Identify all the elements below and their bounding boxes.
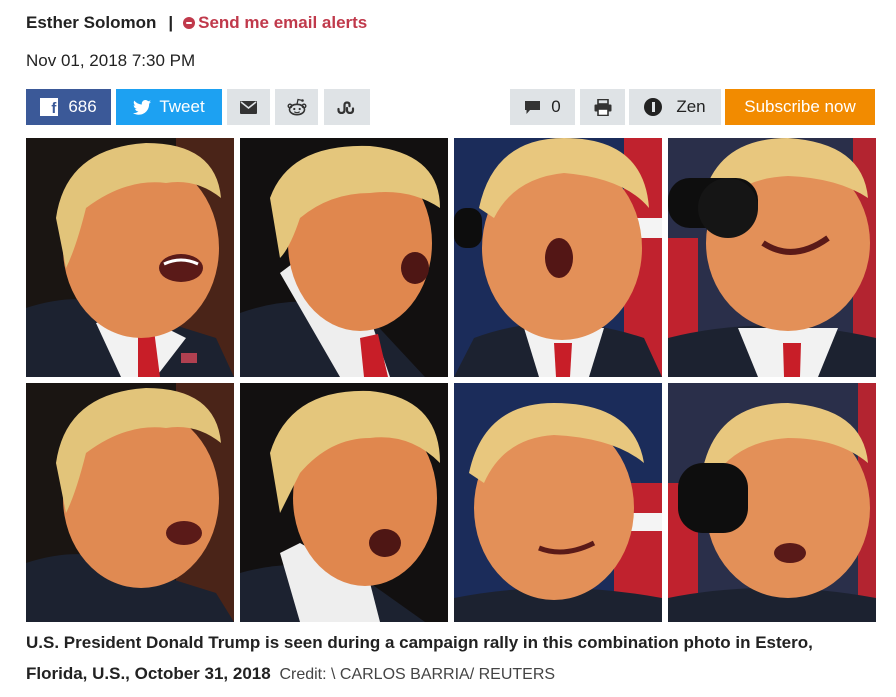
publish-date: Nov 01, 2018 7:30 PM [26,51,196,70]
zen-label: Zen [676,97,706,116]
byline: Esther Solomon | Send me email alerts [26,13,367,33]
reddit-share-button[interactable] [275,89,318,125]
photo-tile [240,138,448,377]
photo-tile [454,138,662,377]
author-name[interactable]: Esther Solomon [26,13,156,33]
photo-tile [240,383,448,622]
stumbleupon-share-button[interactable] [324,89,370,125]
facebook-icon: f [40,98,59,116]
twitter-bird-icon [133,99,152,115]
photo-credit: Credit: \ CARLOS BARRIA/ REUTERS [279,666,556,683]
reddit-icon [287,98,306,116]
email-alerts-link[interactable]: Send me email alerts [183,13,367,33]
print-button[interactable] [580,89,625,125]
comments-button[interactable]: 0 [510,89,575,125]
printer-icon [594,98,611,116]
subscribe-button[interactable]: Subscribe now [725,89,875,125]
photo-tile [668,138,876,377]
photo-tile [26,383,234,622]
email-share-button[interactable] [227,89,270,125]
photo-combination-grid [26,138,876,622]
photo-tile [454,383,662,622]
tweet-label: Tweet [159,97,205,116]
zen-icon [644,98,663,116]
photo-caption: U.S. President Donald Trump is seen duri… [26,627,876,690]
tweet-button[interactable]: Tweet [116,89,222,125]
envelope-icon [240,100,257,114]
facebook-share-count: 686 [68,97,97,116]
zen-mode-button[interactable]: Zen [629,89,721,125]
email-alerts-label: Send me email alerts [198,13,368,32]
subscribe-label: Subscribe now [744,97,856,116]
photo-tile [668,383,876,622]
comments-count: 0 [551,97,561,116]
minus-circle-icon [183,17,196,29]
byline-separator: | [168,13,174,32]
share-toolbar: f 686 Tweet 0 Zen Subscribe now [26,89,875,125]
photo-tile [26,138,234,377]
stumbleupon-icon [337,101,355,114]
facebook-share-button[interactable]: f 686 [26,89,111,125]
speech-bubble-icon [525,100,541,114]
